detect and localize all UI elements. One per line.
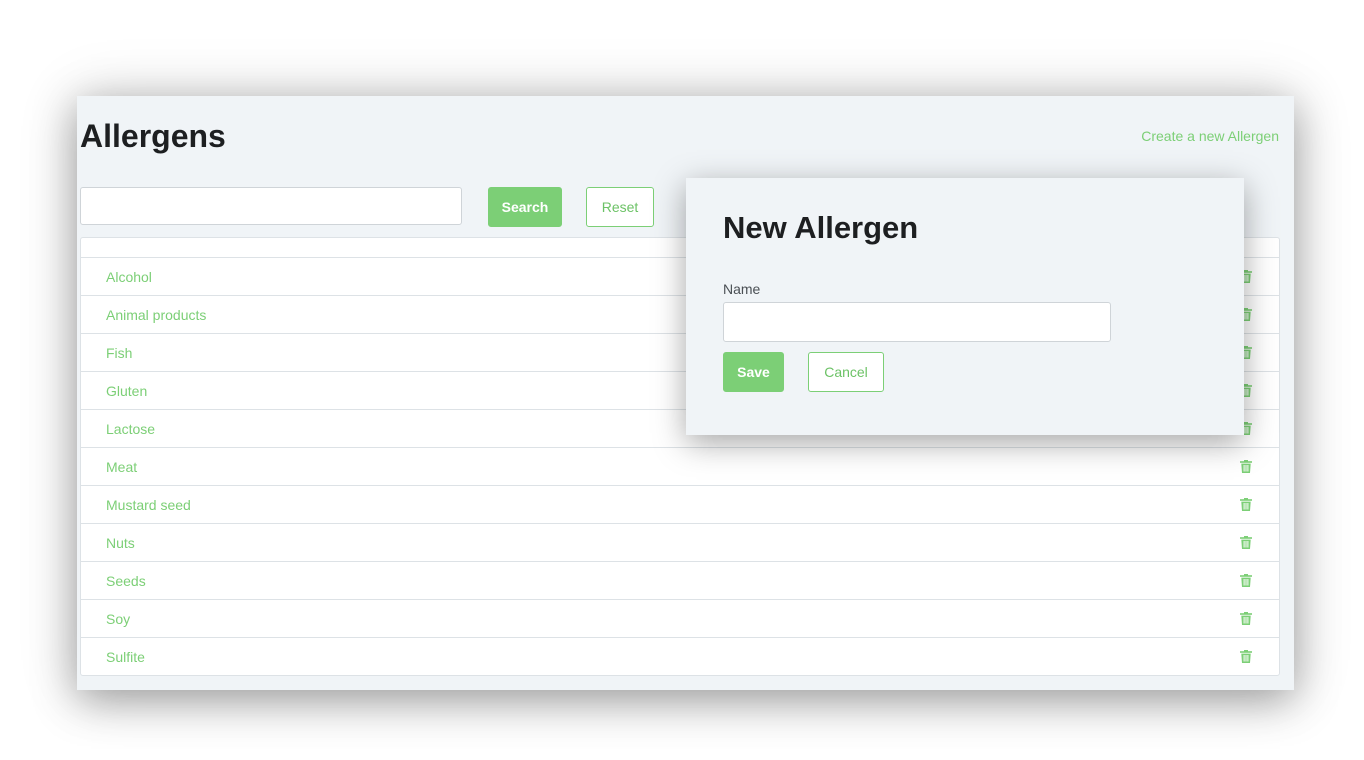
search-button[interactable]: Search [488,187,562,227]
allergen-name-link[interactable]: Alcohol [106,269,152,285]
name-field[interactable] [723,302,1111,342]
allergen-name-link[interactable]: Soy [106,611,130,627]
cancel-button[interactable]: Cancel [808,352,884,392]
table-row: Mustard seed [81,486,1279,524]
allergen-name-link[interactable]: Nuts [106,535,135,551]
allergen-name-link[interactable]: Animal products [106,307,206,323]
create-allergen-link[interactable]: Create a new Allergen [1141,128,1279,144]
table-row: Soy [81,600,1279,638]
allergen-name-link[interactable]: Gluten [106,383,147,399]
trash-icon[interactable] [1240,460,1252,473]
table-row: Sulfite [81,638,1279,675]
dialog-title: New Allergen [723,210,919,245]
allergen-name-link[interactable]: Lactose [106,421,155,437]
allergen-name-link[interactable]: Sulfite [106,649,145,665]
table-row: Seeds [81,562,1279,600]
search-input[interactable] [80,187,462,225]
save-button[interactable]: Save [723,352,784,392]
allergen-name-link[interactable]: Meat [106,459,137,475]
trash-icon[interactable] [1240,650,1252,663]
name-field-label: Name [723,281,761,297]
trash-icon[interactable] [1240,612,1252,625]
trash-icon[interactable] [1240,574,1252,587]
page-title: Allergens [80,118,226,154]
new-allergen-dialog: New Allergen Name Save Cancel [686,178,1244,435]
allergen-name-link[interactable]: Mustard seed [106,497,191,513]
table-row: Meat [81,448,1279,486]
trash-icon[interactable] [1240,536,1252,549]
trash-icon[interactable] [1240,498,1252,511]
allergen-name-link[interactable]: Fish [106,345,132,361]
allergen-name-link[interactable]: Seeds [106,573,146,589]
table-row: Nuts [81,524,1279,562]
reset-button[interactable]: Reset [586,187,654,227]
